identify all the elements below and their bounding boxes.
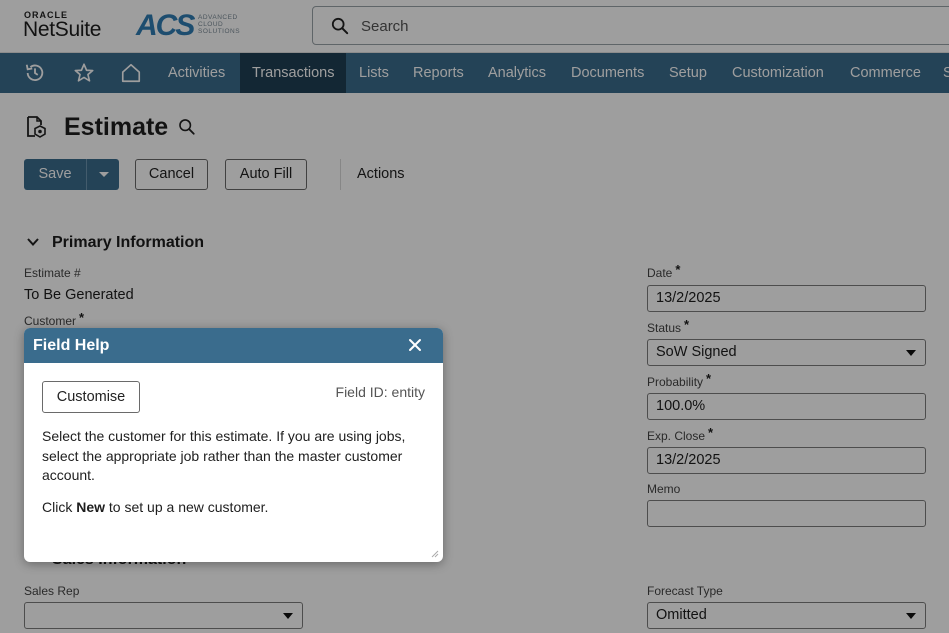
field-help-dialog: Field Help Customise Field ID: entity Se… — [24, 328, 443, 562]
close-icon[interactable] — [408, 338, 422, 352]
new-link-text: New — [76, 499, 106, 515]
customise-button[interactable]: Customise — [42, 381, 140, 413]
field-help-title: Field Help — [33, 337, 110, 354]
field-help-new-hint: Click New to set up a new customer. — [42, 499, 269, 515]
resize-grip-icon[interactable] — [431, 550, 439, 558]
field-help-description: Select the customer for this estimate. I… — [42, 428, 406, 483]
field-id-text: Field ID: entity — [335, 384, 425, 400]
field-help-header: Field Help — [24, 328, 443, 363]
